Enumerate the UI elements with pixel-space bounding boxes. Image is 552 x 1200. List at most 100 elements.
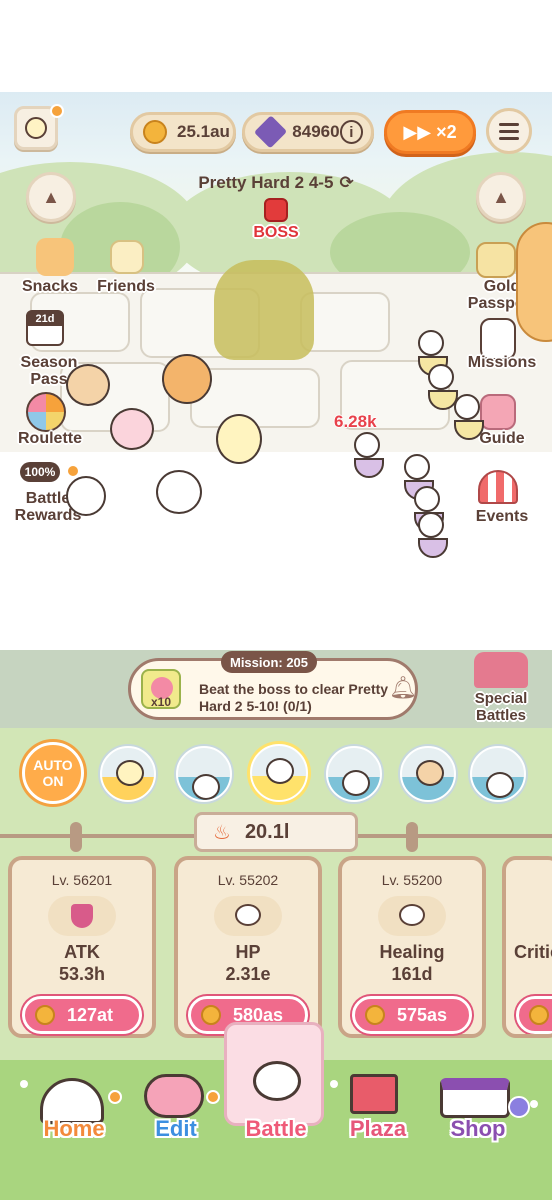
avatar-icon <box>25 117 47 139</box>
upgrade-healing-button[interactable]: 575as <box>352 996 472 1034</box>
hero-sprite <box>216 414 262 464</box>
card-name: Healing <box>379 942 445 962</box>
coin-counter[interactable]: 25.1au <box>130 112 236 152</box>
edit-icon <box>144 1074 204 1118</box>
mission-text: Beat the boss to clear Pretty Hard 2 5-1… <box>199 681 389 714</box>
reward-count: x10 <box>151 695 172 709</box>
character-slot[interactable] <box>400 746 456 802</box>
hero-sprite <box>66 476 106 516</box>
enemy-sprite <box>354 432 394 492</box>
battle-icon <box>253 1061 301 1101</box>
shop-icon <box>440 1078 510 1118</box>
mission-banner[interactable]: Mission: 205 x10 Beat the boss to clear … <box>128 651 418 720</box>
card-value: 2.31e <box>225 964 271 984</box>
card-name: Critic <box>514 942 552 962</box>
notification-dot <box>50 104 64 118</box>
speed-x2-button[interactable]: ▶▶ ×2 <box>384 110 476 154</box>
gem-amount: 84960 <box>292 122 340 141</box>
rope-knot <box>406 822 418 852</box>
battle-tab-highlight <box>224 1022 324 1126</box>
hp-icon <box>214 896 282 936</box>
character-slot[interactable] <box>470 746 526 802</box>
damage-number: 6.28k <box>334 412 377 431</box>
menu-button[interactable] <box>486 108 532 154</box>
coin-amount: 25.1au <box>177 122 230 141</box>
friends-button[interactable]: Friends <box>90 278 162 295</box>
snack-icon <box>36 238 74 276</box>
enemy-sprite <box>454 394 494 454</box>
signpost-icon <box>350 1074 398 1114</box>
upgrade-critical-button[interactable] <box>516 996 552 1034</box>
character-slot-selected[interactable] <box>250 744 308 802</box>
boss-button[interactable]: BOSS <box>244 198 308 248</box>
auto-on-button[interactable]: AUTO ON <box>22 742 84 804</box>
battle-scene: 25.1au 84960 i ▶▶ ×2 ▲ Pretty Hard 2 4-5… <box>0 92 552 650</box>
upgrade-cost: 575as <box>397 1004 448 1025</box>
bell-icon: 🔔︎ <box>389 675 417 700</box>
coin-icon <box>201 1005 221 1025</box>
battle-rewards-badge: 100% <box>20 462 60 482</box>
card-name: ATK <box>64 942 100 962</box>
nav-home[interactable]: Home <box>26 1116 122 1142</box>
menu-icon <box>499 122 519 126</box>
healing-icon <box>378 896 446 936</box>
hero-sprite <box>110 408 154 450</box>
events-tent-icon <box>478 470 518 504</box>
bottom-panel: Mission: 205 x10 Beat the boss to clear … <box>0 650 552 1200</box>
info-icon[interactable]: i <box>339 120 363 144</box>
top-spacer <box>0 0 552 92</box>
flower <box>20 1080 28 1088</box>
stage-up-right-button[interactable]: ▲ <box>476 172 526 222</box>
special-battles-icon <box>474 652 528 688</box>
hero-sprite <box>156 470 202 514</box>
upgrade-card-hp: Lv. 55202 HP 2.31e 580as <box>174 856 322 1038</box>
calendar-icon: 21d <box>26 310 64 346</box>
stage-title: Pretty Hard 2 4-5 ⟳ <box>176 172 376 194</box>
notification-dot <box>66 464 80 478</box>
refresh-icon[interactable]: ⟳ <box>339 173 353 193</box>
roulette-icon <box>26 392 66 432</box>
menu-icon <box>499 136 519 140</box>
rope-knot <box>70 822 82 852</box>
atk-icon <box>48 896 116 936</box>
flower <box>330 1080 338 1088</box>
siren-icon <box>264 198 288 222</box>
gem-counter[interactable]: 84960 i <box>242 112 374 152</box>
enemy-sprite <box>418 512 458 572</box>
boss-knight-sprite <box>214 260 314 360</box>
special-battles-button[interactable]: Special Battles <box>458 690 544 724</box>
flower <box>530 1100 538 1108</box>
upgrade-atk-button[interactable]: 127at <box>22 996 142 1034</box>
roulette-button[interactable]: Roulette <box>10 430 90 447</box>
clock-icon <box>508 1096 530 1118</box>
upgrade-cost: 127at <box>67 1004 114 1025</box>
mission-tag: Mission: 205 <box>221 651 317 673</box>
character-slot[interactable] <box>176 746 232 802</box>
stage-up-left-button[interactable]: ▲ <box>26 172 76 222</box>
nav-battle[interactable]: Battle <box>226 1116 326 1142</box>
snacks-button[interactable]: Snacks <box>14 278 86 295</box>
gold-passport-icon <box>476 242 516 278</box>
notification-dot <box>108 1090 122 1104</box>
heart-icon <box>235 904 261 926</box>
character-slot[interactable] <box>100 746 156 802</box>
coin-icon <box>529 1005 549 1025</box>
nav-edit[interactable]: Edit <box>128 1116 224 1142</box>
events-button[interactable]: Events <box>458 508 546 525</box>
friends-card-icon <box>110 240 144 274</box>
triangle-up-icon: ▲ <box>42 186 60 207</box>
character-peek <box>516 222 552 342</box>
missions-button[interactable]: Missions <box>458 354 546 371</box>
nav-shop[interactable]: Shop <box>430 1116 526 1142</box>
coin-icon <box>365 1005 385 1025</box>
card-value: 53.3h <box>58 964 106 984</box>
character-slot[interactable] <box>326 746 382 802</box>
card-name: HP <box>235 942 261 962</box>
hero-sprite <box>66 364 110 406</box>
flame-icon: ♨ <box>213 821 231 844</box>
upgrade-card-healing: Lv. 55200 Healing 161d 575as <box>338 856 486 1038</box>
upgrade-card-atk: Lv. 56201 ATK 53.3h 127at <box>8 856 156 1038</box>
nav-plaza[interactable]: Plaza <box>330 1116 426 1142</box>
stage-name: Pretty Hard 2 4-5 <box>198 173 334 192</box>
notification-dot <box>206 1090 220 1104</box>
